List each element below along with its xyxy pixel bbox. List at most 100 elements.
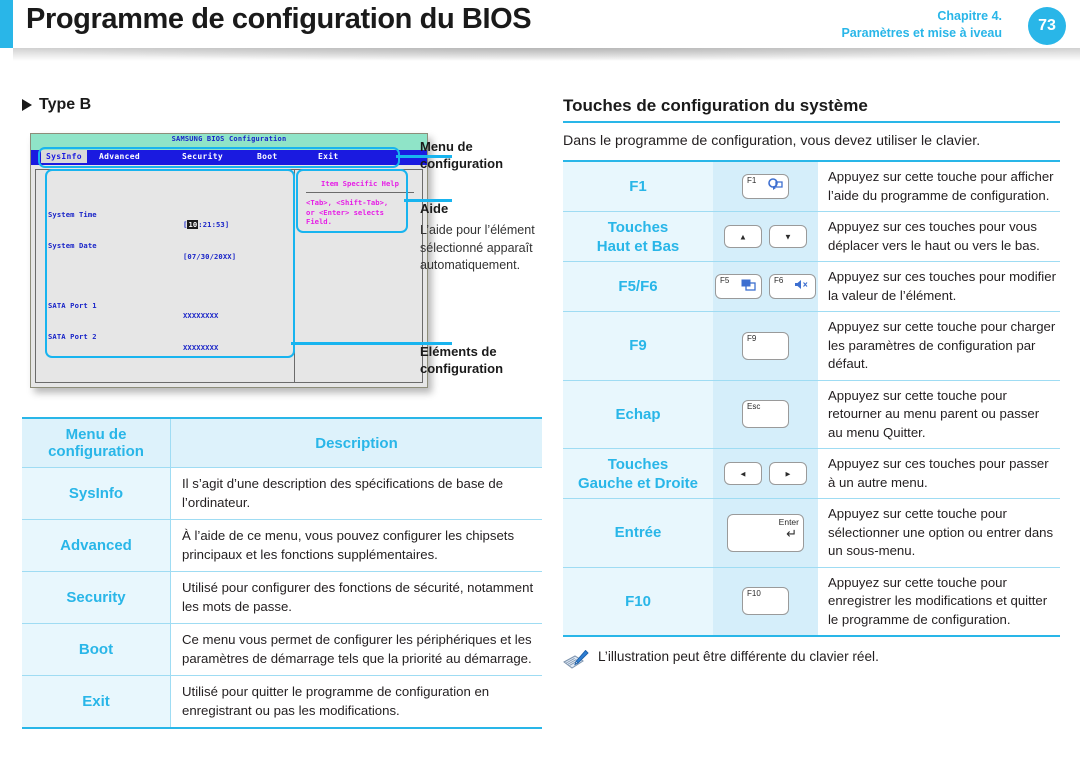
key-description: Appuyez sur cette touche pour enregistre… <box>818 567 1060 637</box>
keycap-arrow-down[interactable]: ▼ <box>769 225 807 248</box>
arrow-down-icon: ▼ <box>784 232 792 241</box>
chapter-line-2: Paramètres et mise à iveau <box>841 26 1002 40</box>
key-description: Appuyez sur ces touches pour modifier la… <box>818 261 1060 312</box>
keycap-arrow-left[interactable]: ◄ <box>724 462 762 485</box>
keycap-label: F5 <box>720 276 730 285</box>
bios-tab-security[interactable]: Security <box>182 152 223 161</box>
table-row: SysInfo Il s’agit d’une description des … <box>22 467 542 520</box>
section-title: Touches de configuration du système <box>563 96 1060 123</box>
system-keys-table: F1 F1 Appuyez sur cette touche pour affi… <box>563 160 1060 637</box>
key-name: F5/F6 <box>563 261 713 312</box>
row-description: Utilisé pour quitter le programme de con… <box>170 675 542 729</box>
bios-tab-advanced[interactable]: Advanced <box>99 152 140 161</box>
key-illustration: Enter ↵ <box>713 498 818 568</box>
key-illustration: F9 <box>713 311 818 381</box>
table-row: F9 F9 Appuyez sur cette touche pour char… <box>563 311 1060 381</box>
key-illustration: Esc <box>713 380 818 449</box>
keycap-escape[interactable]: Esc <box>742 400 789 429</box>
bios-tab-boot[interactable]: Boot <box>257 152 277 161</box>
arrow-right-icon: ► <box>784 469 792 478</box>
callout-label-help: Aide <box>420 201 449 216</box>
table-row: Entrée Enter ↵ Appuyez sur cette touche … <box>563 498 1060 568</box>
table-row: F10 F10 Appuyez sur cette touche pour en… <box>563 567 1060 637</box>
key-description: Appuyez sur cette touche pour sélectionn… <box>818 498 1060 568</box>
bios-field-label: System Time <box>48 209 97 219</box>
bios-field-label: SATA Port 1 <box>48 300 97 310</box>
page-number-badge: 73 <box>1028 7 1066 45</box>
arrow-up-icon: ▲ <box>739 232 747 241</box>
key-name: F1 <box>563 160 713 212</box>
section-intro: Dans le programme de configuration, vous… <box>563 133 981 149</box>
keycap-f6[interactable]: F6 <box>769 274 816 299</box>
key-illustration: F10 <box>713 567 818 637</box>
bios-field-row[interactable]: SATA Port 1 XXXXXXXX <box>48 290 218 321</box>
chapter-label: Chapitre 4. Paramètres et mise à iveau <box>841 8 1002 42</box>
bios-field-row[interactable]: SATA Port 2 XXXXXXXX <box>48 322 218 352</box>
help-cursor-icon <box>768 178 783 196</box>
bios-title-bar: SAMSUNG BIOS Configuration <box>31 134 427 150</box>
row-menu-name: Security <box>22 571 171 624</box>
type-b-heading: Type B <box>22 96 542 114</box>
bios-help-panel: Item Specific Help <Tab>, <Shift-Tab>, o… <box>306 176 414 227</box>
key-name: F9 <box>563 311 713 381</box>
bios-tab-exit[interactable]: Exit <box>318 152 338 161</box>
bios-help-text: <Tab>, <Shift-Tab>, or <Enter> selects F… <box>306 198 389 227</box>
row-menu-name: Advanced <box>22 519 171 572</box>
header-accent-bar <box>0 0 13 48</box>
bios-field-value: XXXXXXXX <box>183 311 219 320</box>
bios-field-row[interactable]: CPU Vender XXXXXXXX <box>48 381 101 387</box>
keycap-f9[interactable]: F9 <box>742 331 789 360</box>
callout-text-help: L’aide pour l’élément sélectionné appara… <box>420 223 535 272</box>
row-description: Utilisé pour configurer des fonctions de… <box>170 571 542 624</box>
key-illustration: ◄ ► <box>713 448 818 499</box>
key-name: Entrée <box>563 498 713 568</box>
page-title: Programme de configuration du BIOS <box>26 3 532 35</box>
column-header-menu: Menu de configuration <box>22 417 171 468</box>
key-name: Touches Haut et Bas <box>563 211 713 262</box>
bios-window: SAMSUNG BIOS Configuration SysInfo Advan… <box>30 133 428 388</box>
keycap-f1[interactable]: F1 <box>742 174 789 199</box>
row-description: Ce menu vous permet de configurer les pé… <box>170 623 542 676</box>
keycap-enter[interactable]: Enter ↵ <box>727 513 804 552</box>
row-description: À l’aide de ce menu, vous pouvez configu… <box>170 519 542 572</box>
bios-help-title: Item Specific Help <box>306 176 414 193</box>
table-row: Touches Haut et Bas ▲ ▼ Appuyez sur ces … <box>563 211 1060 262</box>
display-switch-icon <box>741 278 756 296</box>
table-row: F5/F6 F5 F6 Appuyez sur ces touches pour… <box>563 261 1060 312</box>
key-illustration: F5 F6 <box>713 261 818 312</box>
keycap-arrow-right[interactable]: ► <box>769 462 807 485</box>
key-name: Touches Gauche et Droite <box>563 448 713 499</box>
key-name: Echap <box>563 380 713 449</box>
keycap-arrow-up[interactable]: ▲ <box>724 225 762 248</box>
keycap-label: F1 <box>747 176 757 185</box>
bios-field-row[interactable]: System Date [07/30/20XX] <box>48 231 236 261</box>
table-row: Advanced À l’aide de ce menu, vous pouve… <box>22 519 542 572</box>
bios-field-row[interactable]: System Time [10:21:53] <box>48 199 229 229</box>
key-description: Appuyez sur ces touches pour passer à un… <box>818 448 1060 499</box>
type-b-label: Type B <box>39 96 92 113</box>
bios-field-value: [07/30/20XX] <box>183 251 237 261</box>
bios-body: System Time [10:21:53] System Date [07/3… <box>35 169 423 383</box>
row-menu-name: Boot <box>22 623 171 676</box>
bios-field-label: SATA Port 2 <box>48 332 97 341</box>
callout-label-menu: Menu de configuration <box>420 139 504 171</box>
keycap-f10[interactable]: F10 <box>742 587 789 616</box>
key-description: Appuyez sur cette touche pour retourner … <box>818 380 1060 449</box>
key-illustration: ▲ ▼ <box>713 211 818 262</box>
column-header-description: Description <box>170 417 542 468</box>
table-row: Exit Utilisé pour quitter le programme d… <box>22 675 542 729</box>
keycap-f5[interactable]: F5 <box>715 274 762 299</box>
table-row: Security Utilisé pour configurer des fon… <box>22 571 542 624</box>
triangle-bullet-icon <box>22 99 32 111</box>
footer-note: L’illustration peut être différente du c… <box>563 649 1060 673</box>
key-description: Appuyez sur cette touche pour charger le… <box>818 311 1060 381</box>
bios-tab-sysinfo[interactable]: SysInfo <box>41 150 87 163</box>
table-row: Echap Esc Appuyez sur cette touche pour … <box>563 380 1060 449</box>
table-row: F1 F1 Appuyez sur cette touche pour affi… <box>563 160 1060 212</box>
row-menu-name: SysInfo <box>22 467 171 520</box>
bios-field-list: System Time [10:21:53] System Date [07/3… <box>48 178 236 387</box>
row-menu-name: Exit <box>22 675 171 729</box>
menu-description-table: Menu de configuration Description SysInf… <box>22 417 542 729</box>
arrow-left-icon: ◄ <box>739 469 747 478</box>
bios-field-label: System Date <box>48 241 97 250</box>
